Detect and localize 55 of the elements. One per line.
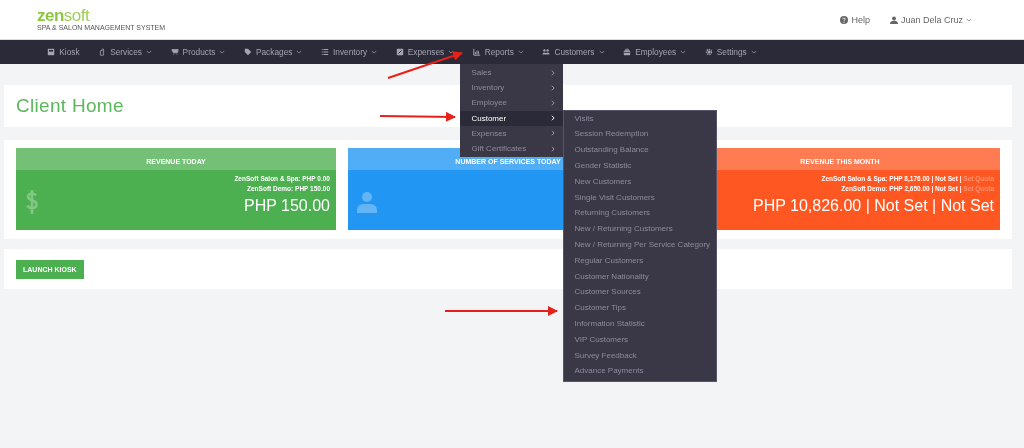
user-icon — [889, 15, 898, 24]
bar-chart-icon — [472, 48, 481, 56]
nav-item[interactable]: Inventory — [311, 40, 387, 64]
people-icon — [542, 48, 551, 56]
submenu-item[interactable]: Customer Tips — [564, 300, 717, 316]
nav-item[interactable]: Reports — [463, 40, 534, 64]
question-icon — [840, 15, 849, 24]
list-icon — [321, 48, 329, 56]
submenu-item[interactable]: New / Returning Per Service Category — [564, 236, 717, 253]
tag-icon — [243, 48, 252, 56]
submenu-item[interactable]: VIP Customers — [564, 331, 717, 348]
nav-item[interactable]: Kiosk — [38, 40, 89, 64]
submenu-item[interactable]: Advance Payments — [564, 363, 717, 380]
menu-item[interactable]: Expenses — [460, 125, 564, 141]
person-icon — [357, 191, 377, 213]
help-link[interactable]: Help — [840, 14, 870, 25]
nav-item[interactable]: Employees — [613, 40, 696, 64]
card-total: PHP 10,826.00 | Not Set | Not Set — [752, 196, 994, 216]
nav-item[interactable]: Packages — [234, 40, 312, 64]
menu-item[interactable]: Customer — [460, 110, 564, 126]
chevron-icon — [551, 115, 556, 122]
menu-item[interactable]: Employee — [460, 95, 564, 111]
submenu-item[interactable]: Visits — [564, 110, 717, 127]
chevron-icon — [551, 84, 556, 91]
nav-item[interactable]: Products — [161, 40, 235, 64]
user-menu[interactable]: Juan Dela Cruz — [889, 14, 972, 25]
menu-item[interactable]: Sales — [460, 65, 564, 81]
chevron-icon — [551, 145, 556, 152]
submenu-item[interactable]: Customer Sources — [564, 284, 717, 301]
nav-item[interactable]: Expenses — [386, 40, 464, 64]
submenu-item[interactable]: Survey Feedback — [564, 347, 717, 364]
nav-item[interactable]: Services — [88, 40, 162, 64]
briefcase-icon — [623, 48, 632, 56]
nav-item[interactable]: Settings — [695, 40, 767, 64]
cart-icon — [170, 48, 179, 56]
menu-item[interactable]: Gift Certificates — [460, 140, 564, 157]
submenu-item[interactable]: Information Statistic — [564, 315, 717, 332]
submenu-item[interactable]: Regular Customers — [564, 252, 717, 269]
gear-icon — [704, 48, 713, 56]
submenu-item[interactable]: New / Returning Customers — [564, 221, 717, 237]
submenu-item[interactable]: Returning Customers — [564, 205, 717, 222]
page-title: Client Home — [16, 95, 124, 117]
submenu-item[interactable]: Single Visit Customers — [564, 189, 717, 206]
chevron-icon — [551, 69, 556, 76]
nav-item[interactable]: Customers — [533, 40, 614, 64]
chevron-icon — [551, 130, 556, 137]
square-icon — [395, 48, 404, 56]
submenu-item[interactable]: Customer Nationality — [564, 268, 717, 285]
dollar-icon — [25, 189, 39, 215]
submenu-item[interactable]: New Customers — [564, 173, 717, 190]
kiosk-icon — [47, 48, 56, 56]
chevron-icon — [551, 99, 556, 106]
submenu-item[interactable]: Session Redemption — [564, 126, 717, 143]
card-total: PHP 150.00 — [244, 196, 330, 216]
menu-item[interactable]: Inventory — [460, 80, 564, 96]
